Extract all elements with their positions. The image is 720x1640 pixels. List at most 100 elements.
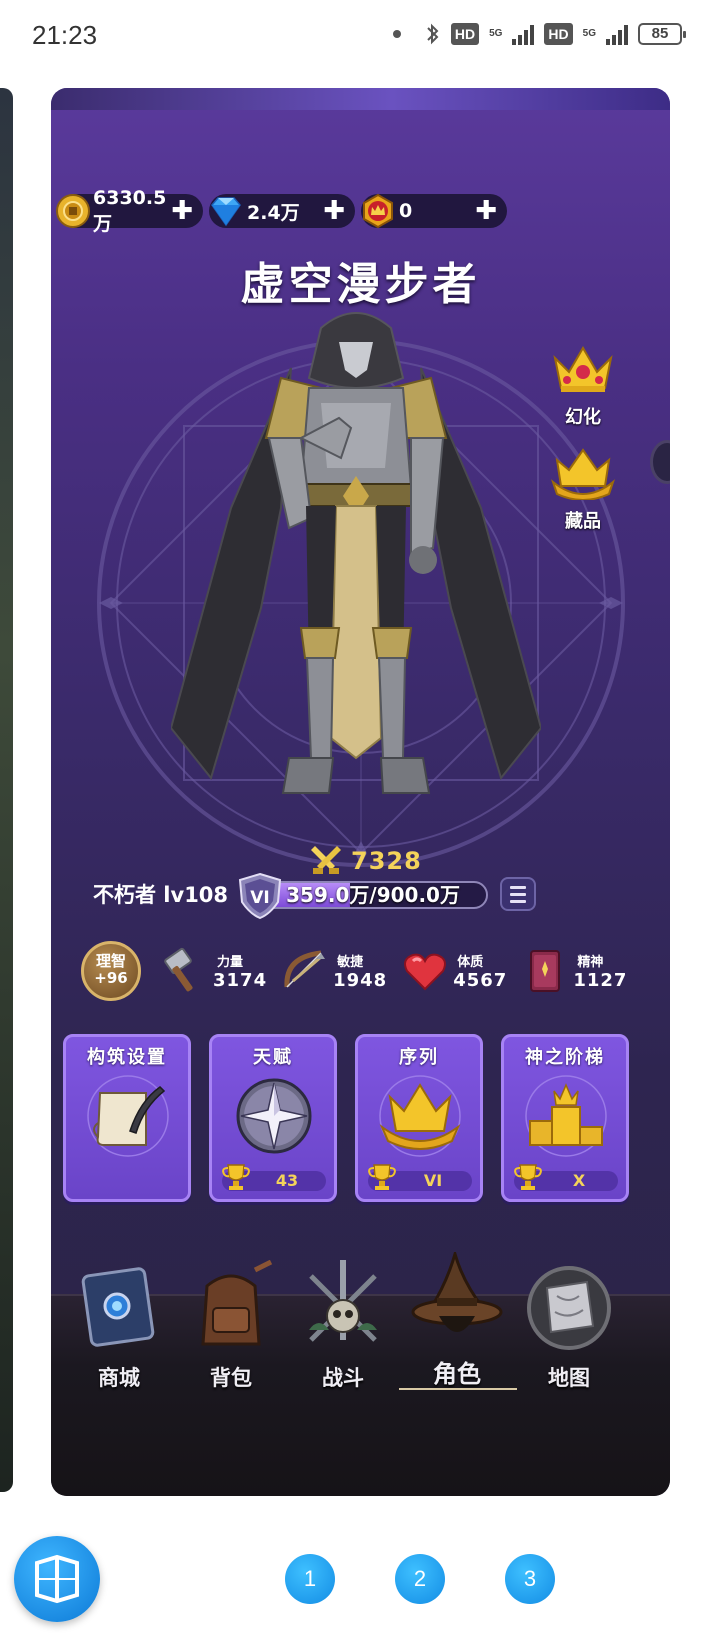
stat-strength[interactable]: 力量 3174	[161, 947, 267, 995]
character-name: 虚空漫步者	[240, 259, 481, 310]
map-icon	[527, 1266, 611, 1350]
pager-button-1[interactable]: 1	[285, 1554, 335, 1604]
gold-amount: 6330.5万	[93, 186, 167, 235]
experience-text: 359.0万/900.0万	[286, 883, 460, 907]
talent-title: 天赋	[253, 1047, 293, 1068]
heart-icon	[404, 953, 447, 991]
talent-footer-value: 43	[275, 1171, 299, 1190]
nav-map[interactable]: 地图	[519, 1260, 619, 1410]
diamond-amount: 2.4万	[247, 201, 300, 224]
battle-skull-icon	[309, 1260, 377, 1342]
add-diamond-button[interactable]: ✚	[323, 198, 345, 224]
signal-2-icon	[606, 23, 628, 45]
nav-character-label: 角色	[433, 1360, 481, 1388]
game-app-window[interactable]: 6330.5万 ✚ 2.4万 ✚ 0 ✚ 虚空漫步者 幻化 藏品 7328 不朽…	[51, 88, 670, 1496]
podium-icon	[525, 1075, 607, 1157]
stat-agility-name: 敏捷	[337, 955, 364, 970]
transform-label: 幻化	[565, 407, 601, 428]
gods-ladder-footer-value: X	[572, 1171, 586, 1190]
backpack-icon	[201, 1259, 273, 1346]
build-settings-title: 构筑设置	[87, 1047, 167, 1068]
trophy-icon	[514, 1164, 542, 1190]
stat-spirit-name: 精神	[577, 955, 604, 970]
top-banner-strip	[51, 88, 670, 110]
floating-launcher-button[interactable]	[14, 1536, 100, 1622]
stats-row: 理智 +96 力量 3174 敏捷 1948 体质 4567 精神 1127	[81, 940, 641, 1002]
currency-gold[interactable]: 6330.5万 ✚	[55, 187, 203, 235]
level-menu-button[interactable]	[500, 877, 537, 911]
sanity-badge[interactable]: 理智 +96	[81, 941, 141, 1001]
bottom-navigation: 商城 背包 战斗 角色 地图	[51, 1248, 670, 1496]
currency-row: 6330.5万 ✚ 2.4万 ✚ 0 ✚	[55, 187, 507, 235]
collection-button[interactable]: 藏品	[548, 446, 618, 533]
nav-character[interactable]: 角色	[407, 1248, 507, 1402]
crown-amount: 0	[399, 200, 413, 222]
stat-constitution-value: 4567	[453, 970, 508, 991]
level-row: 不朽者 lv108 359.0万/900.0万 VI	[93, 872, 537, 920]
add-gold-button[interactable]: ✚	[171, 198, 193, 224]
stat-spirit-value: 1127	[573, 970, 628, 991]
previous-app-card[interactable]	[0, 88, 13, 1492]
nav-active-indicator	[399, 1388, 517, 1390]
gods-ladder-footer: X	[514, 1164, 618, 1191]
nav-shop[interactable]: 商城	[69, 1260, 169, 1410]
notification-dot-icon	[392, 30, 401, 38]
hd-badge-1: HD	[450, 23, 480, 45]
diamond-icon	[207, 192, 245, 230]
stat-constitution[interactable]: 体质 4567	[401, 947, 507, 995]
stat-agility[interactable]: 敏捷 1948	[281, 947, 387, 995]
build-settings-card[interactable]: 构筑设置	[63, 1034, 191, 1202]
talent-footer: 43	[222, 1164, 326, 1191]
stat-agility-value: 1948	[333, 970, 388, 991]
status-icons: HD 5G HD 5G 85	[392, 22, 686, 46]
title-and-level: 不朽者 lv108	[93, 883, 229, 907]
stat-strength-name: 力量	[217, 955, 244, 970]
nav-backpack-label: 背包	[210, 1366, 252, 1390]
book-icon	[530, 950, 561, 992]
hero-character-artwork	[171, 312, 541, 794]
status-bar: 21:23 HD 5G HD 5G 85	[0, 0, 720, 78]
network-type-1: 5G	[489, 28, 503, 39]
stat-constitution-name: 体质	[457, 955, 484, 970]
battery-icon: 85	[638, 23, 686, 45]
nav-backpack[interactable]: 背包	[181, 1259, 281, 1410]
status-time: 21:23	[32, 20, 98, 50]
cube-window-icon	[35, 1554, 79, 1604]
stat-strength-value: 3174	[213, 970, 268, 991]
treasure-crown-icon	[550, 448, 616, 501]
sequence-title: 序列	[399, 1047, 439, 1068]
sequence-card[interactable]: 序列 VI	[355, 1034, 483, 1202]
nav-map-label: 地图	[548, 1366, 590, 1390]
rank-shield-icon: VI	[238, 872, 282, 920]
hd-badge-2: HD	[544, 23, 573, 45]
combat-power-value: 7328	[351, 847, 422, 875]
shop-book-icon	[81, 1267, 155, 1347]
pager-button-2[interactable]: 2	[395, 1554, 445, 1604]
bluetooth-icon	[427, 23, 439, 45]
add-crown-button[interactable]: ✚	[475, 198, 497, 224]
nav-shop-label: 商城	[98, 1366, 140, 1390]
crown-coin-icon	[359, 192, 397, 230]
sanity-value: +96	[94, 969, 128, 987]
crown-icon	[379, 1075, 461, 1157]
gold-coin-icon	[55, 192, 91, 230]
talent-card[interactable]: 天赋 43	[209, 1034, 337, 1202]
pager-button-3[interactable]: 3	[505, 1554, 555, 1604]
network-type-2: 5G	[582, 28, 596, 39]
nav-battle[interactable]: 战斗	[293, 1260, 393, 1410]
currency-crown[interactable]: 0 ✚	[359, 192, 507, 230]
scroll-quill-icon	[87, 1075, 169, 1157]
sanity-label: 理智	[95, 952, 126, 970]
sequence-footer: VI	[368, 1164, 472, 1191]
compass-star-icon	[236, 1078, 312, 1154]
gods-ladder-title: 神之阶梯	[525, 1047, 605, 1068]
nav-battle-label: 战斗	[322, 1366, 364, 1390]
stat-spirit[interactable]: 精神 1127	[521, 947, 627, 995]
trophy-icon	[222, 1164, 250, 1190]
rank-text: VI	[250, 888, 269, 908]
side-drawer-handle[interactable]	[650, 440, 670, 484]
currency-diamond[interactable]: 2.4万 ✚	[209, 194, 355, 228]
function-cards: 构筑设置 天赋 43 序列 VI 神之阶梯 X	[63, 1034, 629, 1202]
transform-button[interactable]: 幻化	[548, 342, 618, 429]
gods-ladder-card[interactable]: 神之阶梯 X	[501, 1034, 629, 1202]
